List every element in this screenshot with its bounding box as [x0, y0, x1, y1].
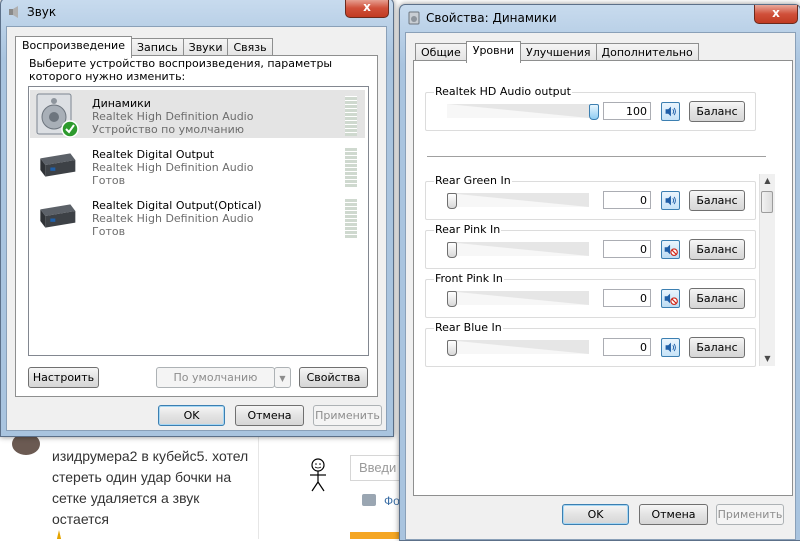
volume-slider[interactable] [447, 104, 589, 118]
device-status: Устройство по умолчанию [92, 123, 245, 136]
window-title: Свойства: Динамики [426, 11, 557, 25]
device-status: Готов [92, 174, 126, 187]
level-label: Rear Blue In [434, 321, 503, 334]
volume-slider[interactable] [447, 291, 589, 305]
sound-dialog: Звук x Воспроизведение Запись Звуки Связ… [0, 0, 394, 437]
volume-slider[interactable] [447, 193, 589, 207]
volume-value-input[interactable]: 0 [603, 289, 651, 307]
properties-button[interactable]: Свойства [299, 367, 368, 388]
balance-button[interactable]: Баланс [689, 337, 745, 358]
close-button[interactable]: x [345, 0, 389, 18]
device-name: Динамики [92, 97, 151, 110]
level-meter [345, 96, 357, 136]
stickman-avatar-icon [310, 458, 326, 492]
volume-slider[interactable] [447, 242, 589, 256]
separator [427, 156, 766, 157]
device-driver: Realtek High Definition Audio [92, 110, 254, 123]
level-meter [345, 147, 357, 187]
device-list[interactable]: Динамики Realtek High Definition Audio У… [28, 86, 369, 356]
volume-value-input[interactable]: 0 [603, 191, 651, 209]
volume-slider[interactable] [447, 340, 589, 354]
close-button[interactable]: x [754, 5, 798, 24]
balance-button[interactable]: Баланс [689, 101, 745, 122]
device-driver: Realtek High Definition Audio [92, 161, 254, 174]
volume-value-input[interactable]: 0 [603, 240, 651, 258]
apply-button[interactable]: Применить [716, 504, 784, 525]
level-label: Realtek HD Audio output [434, 85, 572, 98]
list-item-speakers[interactable]: Динамики Realtek High Definition Audio У… [30, 90, 365, 138]
cancel-button[interactable]: Отмена [639, 504, 708, 525]
speaker-app-icon [408, 11, 420, 25]
balance-button[interactable]: Баланс [689, 239, 745, 260]
device-driver: Realtek High Definition Audio [92, 212, 254, 225]
level-label: Rear Pink In [434, 223, 502, 236]
list-item-digital-output[interactable]: Realtek Digital Output Realtek High Defi… [30, 141, 365, 189]
volume-slider-thumb[interactable] [447, 291, 457, 307]
divider [258, 430, 259, 539]
photo-icon[interactable] [362, 494, 376, 506]
configure-button[interactable]: Настроить [28, 367, 99, 388]
speaker-mute-toggle-icon[interactable] [661, 102, 680, 121]
set-default-button[interactable]: По умолчанию [156, 367, 275, 388]
speaker-mute-toggle-icon[interactable] [661, 338, 680, 357]
list-item-digital-output-optical[interactable]: Realtek Digital Output(Optical) Realtek … [30, 192, 365, 240]
balance-button[interactable]: Баланс [689, 288, 745, 309]
set-default-dropdown[interactable]: ▼ [274, 367, 291, 388]
chevron-down-icon: ▼ [279, 374, 286, 383]
instruction-text: Выберите устройство воспроизведения, пар… [29, 57, 333, 83]
speaker-mute-toggle-icon[interactable] [661, 191, 680, 210]
device-name: Realtek Digital Output(Optical) [92, 199, 262, 212]
volume-slider-thumb[interactable] [589, 104, 599, 120]
apply-button[interactable]: Применить [313, 405, 382, 426]
digital-output-icon [40, 204, 76, 228]
level-label: Rear Green In [434, 174, 512, 187]
scroll-up-icon[interactable]: ▲ [760, 174, 775, 188]
volume-slider-thumb[interactable] [447, 340, 457, 356]
cancel-button[interactable]: Отмена [235, 405, 304, 426]
ok-button[interactable]: OK [158, 405, 225, 426]
balance-button[interactable]: Баланс [689, 190, 745, 211]
sound-app-icon [9, 6, 18, 18]
tab-levels[interactable]: Уровни [465, 41, 521, 63]
window-title: Звук [27, 5, 57, 19]
volume-value-input[interactable]: 100 [603, 102, 651, 120]
scroll-down-icon[interactable]: ▼ [760, 352, 775, 366]
photo-label[interactable]: Фо [384, 494, 400, 508]
level-meter [345, 198, 357, 238]
button-fragment[interactable] [350, 532, 405, 539]
speaker-muted-icon[interactable] [661, 289, 680, 308]
speaker-icon [36, 93, 79, 138]
device-name: Realtek Digital Output [92, 148, 215, 161]
device-status: Готов [92, 225, 126, 238]
volume-value-input[interactable]: 0 [603, 338, 651, 356]
ok-button[interactable]: OK [562, 504, 629, 525]
digital-output-icon [40, 153, 76, 177]
scrollbar-thumb[interactable] [761, 191, 773, 213]
volume-slider-thumb[interactable] [447, 193, 457, 209]
speaker-muted-icon[interactable] [661, 240, 680, 259]
level-label: Front Pink In [434, 272, 504, 285]
volume-slider-thumb[interactable] [447, 242, 457, 258]
comment-text: изидрумера2 в кубейс5. хотел стереть оди… [52, 448, 249, 527]
tab-playback[interactable]: Воспроизведение [15, 36, 132, 58]
levels-scrollbar[interactable]: ▲ ▼ [759, 174, 775, 366]
